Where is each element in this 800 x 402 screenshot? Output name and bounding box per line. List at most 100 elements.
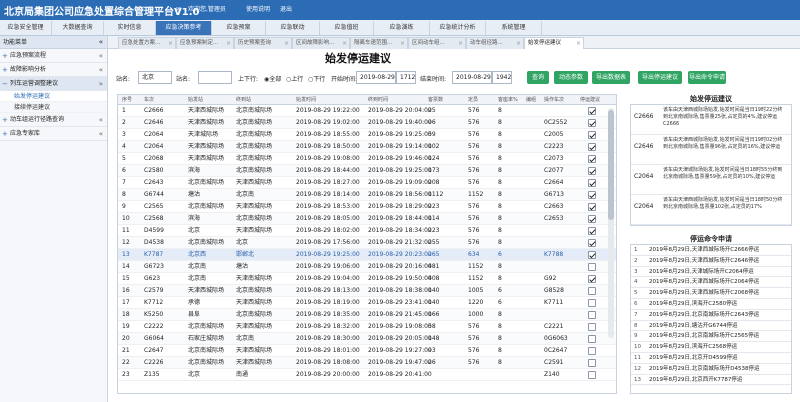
stop-suggest-checkbox[interactable] [588,311,596,319]
stop-suggest-checkbox[interactable] [588,347,596,355]
table-row[interactable]: 6 C2580 滨海 北京南城际场 2019-08-29 18:44:00 2019-08… [118,165,616,177]
stop-suggest-checkbox[interactable] [588,179,596,187]
table-row[interactable]: 18 K5250 县阜 北京南城际场 2019-08-29 18:35:00 2019-0… [118,309,616,321]
table-row[interactable]: 20 G6064 石家庄城际场 北京南 2019-08-29 18:30:00 2019-… [118,333,616,345]
table-row[interactable]: 10 C2568 滨海 北京南城际场 2019-08-29 18:05:00 2019-0… [118,213,616,225]
stop-suggest-checkbox[interactable] [588,227,596,235]
table-row[interactable]: 4 C2064 天津西城际场 北京南城际场 2019-08-29 18:50:00 201… [118,141,616,153]
table-row[interactable]: 5 C2068 天津西城际场 北京南城际场 2019-08-29 19:08:00 201… [118,153,616,165]
logout-link[interactable]: 退出 [280,3,292,17]
collapse-icon[interactable]: « [99,36,103,49]
stop-suggest-checkbox[interactable] [588,323,596,331]
stop-suggest-checkbox[interactable] [588,131,596,139]
stop-suggest-checkbox[interactable] [588,107,596,115]
export-suggest-button[interactable]: 导出停运建议 [638,71,682,84]
stop-suggest-checkbox[interactable] [588,155,596,163]
stop-suggest-checkbox[interactable] [588,143,596,151]
nav-item-bigdata[interactable]: 大数据查询 [52,21,104,35]
stop-suggest-checkbox[interactable] [588,299,596,307]
close-icon[interactable]: × [458,38,463,49]
close-icon[interactable]: × [516,38,521,49]
close-icon[interactable]: × [284,38,289,49]
stop-suggest-checkbox[interactable] [588,203,596,211]
table-row[interactable]: 17 K7712 承德 天津西城际场 2019-08-29 18:19:00 2019-0… [118,297,616,309]
stop-suggest-checkbox[interactable] [588,191,596,199]
close-icon[interactable]: × [576,38,581,49]
table-row[interactable]: 23 Z135 北京 南通 2019-08-29 20:00:00 2019-08-29 … [118,369,616,381]
table-row[interactable]: 8 G6744 塘沽 北京南 2019-08-29 18:14:00 2019-08-29… [118,189,616,201]
end-date-input[interactable]: 2019-08-29 [452,71,492,84]
table-row[interactable]: 13 K7787 北京西 邯郸北 2019-08-29 19:25:00 2019-08-… [118,249,616,261]
query-button[interactable]: 查询 [527,71,549,84]
radio-up[interactable]: ○上行 [286,74,303,83]
close-icon[interactable]: × [400,38,405,49]
table-row[interactable]: 15 G623 北京南 天津南城际场 2019-08-29 19:04:00 2019-0… [118,273,616,285]
table-cell: 2019-08-29 18:34:00 [368,227,432,234]
nav-item-safety[interactable]: 应急安全管理 [0,21,52,35]
sidebar-item-experts[interactable]: + 应急专家库 « [0,127,107,141]
table-row[interactable]: 11 D4599 北京 天津西城际场 2019-08-29 18:02:00 2019-0… [118,225,616,237]
help-link[interactable]: 使用说明 [246,3,270,17]
stop-suggest-checkbox[interactable] [588,167,596,175]
stop-suggest-checkbox[interactable] [588,119,596,127]
table-row[interactable]: 3 C2064 天津城际场 北京南城际场 2019-08-29 18:55:00 2019… [118,129,616,141]
table-row[interactable]: 14 G6723 北京南 塘沽 2019-08-29 19:06:00 2019-08-2… [118,261,616,273]
radio-down[interactable]: ○下行 [308,74,325,83]
table-row[interactable]: 12 D4538 北京南城际场 北京 2019-08-29 17:56:00 2019-0… [118,237,616,249]
nav-item-plan[interactable]: 应急预案 [212,21,266,35]
sidebar-item-fault-analysis[interactable]: + 故障影响分析 « [0,63,107,77]
nav-item-linkage[interactable]: 应急联动 [266,21,320,35]
table-cell: 59 [428,131,436,138]
stop-suggest-checkbox[interactable] [588,359,596,367]
start-time-input[interactable]: 1712 [396,71,416,84]
tab-emu-route[interactable]: 动车组径路... × [466,37,524,49]
table-row[interactable]: 7 C2643 北京南城际场 天津西城际场 2019-08-29 18:27:00 201… [118,177,616,189]
close-icon[interactable]: × [342,38,347,49]
nav-item-drill[interactable]: 应急演练 [374,21,430,35]
table-row[interactable]: 1 C2666 天津西城际场 北京南城际场 2019-08-29 19:22:00 201… [118,105,616,117]
sidebar-item-emu-route[interactable]: + 动车组运行径路查询 « [0,113,107,127]
tab-plan-make[interactable]: 应急预案制定... × [176,37,234,49]
stop-suggest-checkbox[interactable] [588,275,596,283]
sidebar-item-train-adjust[interactable]: − 列车运营调整建议 » [0,77,107,91]
tab-section-fault[interactable]: 区间故障影响... × [292,37,350,49]
end-time-input[interactable]: 1942 [492,71,512,84]
nav-item-realtime[interactable]: 实时信息 [104,21,156,35]
to-station-input[interactable] [198,71,232,84]
sidebar-subitem-connect-stop[interactable]: 接续停运建议 [0,102,107,113]
stop-suggest-checkbox[interactable] [588,251,596,259]
nav-item-stats[interactable]: 应急统计分析 [430,21,486,35]
table-scrollbar[interactable] [608,108,614,338]
from-station-input[interactable]: 北京 [138,71,172,84]
params-button[interactable]: 动态参数 [554,71,588,84]
table-row[interactable]: 16 C2579 天津西城际场 北京南城际场 2019-08-29 18:13:00 20… [118,285,616,297]
tab-history-plan[interactable]: 历史预案查询 × [234,37,292,49]
start-date-input[interactable]: 2019-08-29 [356,71,396,84]
sidebar-subitem-origin-stop[interactable]: 始发停运建议 [0,91,107,102]
nav-item-decision[interactable]: 应急决策参考 [156,21,212,35]
table-row[interactable]: 9 C2565 北京南城际场 天津西城际场 2019-08-29 18:53:00 201… [118,201,616,213]
radio-all[interactable]: ◉全部 [264,74,281,83]
table-row[interactable]: 21 C2647 北京南城际场 天津西城际场 2019-08-29 18:01:00 20… [118,345,616,357]
stop-suggest-checkbox[interactable] [588,287,596,295]
tab-plan-scheme[interactable]: 应急处置方案... × [118,37,176,49]
table-row[interactable]: 2 C2646 天津西城际场 北京南城际场 2019-08-29 19:02:00 201… [118,117,616,129]
sidebar-item-plan-flow[interactable]: + 应急预案流程 « [0,49,107,63]
tab-section-emu[interactable]: 区间动车组... × [408,37,466,49]
export-data-button[interactable]: 导出数据表 [592,71,630,84]
nav-item-system[interactable]: 系统管理 [486,21,542,35]
table-row[interactable]: 22 C2226 北京南城际场 天津西城际场 2019-08-29 18:08:00 20… [118,357,616,369]
stop-suggest-checkbox[interactable] [588,239,596,247]
export-order-button[interactable]: 导出命令申请 [688,71,726,84]
stop-suggest-checkbox[interactable] [588,263,596,271]
stop-suggest-checkbox[interactable] [588,371,596,379]
stop-suggest-checkbox[interactable] [588,335,596,343]
close-icon[interactable]: × [226,38,231,49]
close-icon[interactable]: × [168,38,173,49]
tab-origin-stop[interactable]: 始发停运建议 × [524,37,584,49]
nav-item-duty[interactable]: 应急值班 [320,21,374,35]
scrollbar-thumb[interactable] [608,110,614,220]
tab-isolation-speed[interactable]: 隔离车速范围... × [350,37,408,49]
stop-suggest-checkbox[interactable] [588,215,596,223]
table-row[interactable]: 19 C2222 北京南城际场 天津西城际场 2019-08-29 18:32:00 20… [118,321,616,333]
